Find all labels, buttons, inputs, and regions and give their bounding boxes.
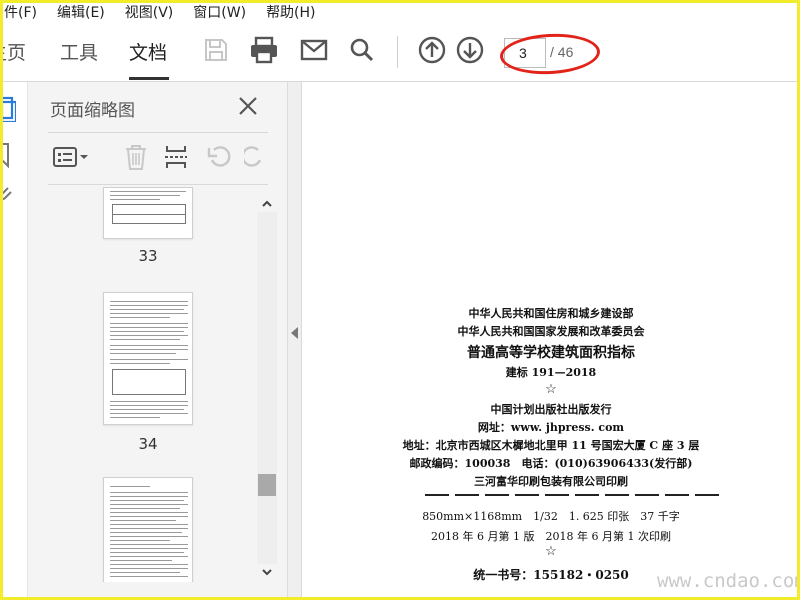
bookmark-icon[interactable] [0, 142, 12, 172]
doc-printer: 三河富华印刷包装有限公司印刷 [474, 475, 628, 488]
doc-issuer-2: 中华人民共和国国家发展和改革委员会 [457, 325, 645, 338]
doc-format: 850mm×1168mm 1/32 1. 625 印张 37 千字 [422, 510, 680, 523]
panel-title: 页面缩略图 [50, 101, 135, 121]
chevron-down-icon[interactable] [260, 564, 274, 578]
save-icon[interactable] [200, 34, 232, 66]
thumbnail-page-number: 33 [138, 247, 158, 265]
star-icon: ☆ [545, 382, 557, 397]
doc-postal-phone: 邮政编码：100038 电话：(010)63906433(发行部) [409, 457, 693, 470]
thumbnail-page[interactable] [103, 292, 193, 425]
menu-bar: 件(F) 编辑(E) 视图(V) 窗口(W) 帮助(H) [0, 0, 800, 24]
thumbnail-page[interactable] [103, 477, 193, 582]
toolbar-separator [397, 36, 398, 68]
menu-edit[interactable]: 编辑(E) [47, 2, 115, 22]
email-icon[interactable] [298, 34, 330, 66]
watermark: www.cndao.com [657, 570, 800, 592]
page-thumbnails-icon[interactable] [0, 96, 18, 126]
collapse-arrow-icon[interactable] [291, 327, 298, 339]
thumbnail-page[interactable] [103, 187, 193, 239]
doc-code: 建标 191—2018 [505, 366, 597, 379]
insert-page-icon[interactable] [160, 142, 192, 172]
tab-home[interactable]: 主页 [0, 38, 26, 65]
doc-address: 地址：北京市西城区木樨地北里甲 11 号国宏大厦 C 座 3 层 [402, 439, 700, 452]
menu-view[interactable]: 视图(V) [115, 2, 184, 22]
print-icon[interactable] [248, 34, 280, 66]
thumbnail-page-number: 34 [138, 435, 158, 453]
panel-collapse-handle[interactable] [288, 82, 302, 600]
doc-title: 普通高等学校建筑面积指标 [467, 345, 635, 361]
menu-window[interactable]: 窗口(W) [183, 2, 256, 22]
tab-tools[interactable]: 工具 [60, 38, 98, 65]
options-icon[interactable] [50, 142, 92, 172]
page-down-icon[interactable] [454, 34, 486, 66]
active-tab-indicator [129, 77, 169, 80]
page-up-icon[interactable] [416, 34, 448, 66]
doc-publisher: 中国计划出版社出版发行 [490, 403, 612, 416]
doc-edition: 2018 年 6 月第 1 版 2018 年 6 月第 1 次印刷 [431, 530, 671, 543]
attachment-icon[interactable] [0, 182, 12, 208]
doc-issuer-1: 中华人民共和国住房和城乡建设部 [468, 307, 634, 320]
toolbar: 主页 工具 文档 3 / 46 [0, 24, 800, 82]
delete-icon[interactable] [120, 142, 152, 172]
panel-divider [48, 184, 268, 185]
menu-help[interactable]: 帮助(H) [256, 2, 325, 22]
tab-document[interactable]: 文档 [129, 38, 167, 65]
document-page: 中华人民共和国住房和城乡建设部 中华人民共和国国家发展和改革委员会 普通高等学校… [302, 82, 800, 600]
thumbnail-table [112, 369, 186, 395]
doc-website: 网址：www. jhpress. com [477, 421, 625, 434]
scrollbar-track[interactable] [257, 212, 277, 564]
close-icon[interactable] [234, 92, 262, 120]
doc-divider [425, 494, 723, 496]
navigation-strip [0, 82, 28, 600]
chevron-up-icon[interactable] [260, 196, 274, 210]
redo-icon[interactable] [244, 142, 264, 172]
menu-file[interactable]: 件(F) [0, 2, 47, 22]
thumbnail-panel: 页面缩略图 33 34 [28, 82, 288, 600]
panel-divider [48, 132, 268, 133]
undo-icon[interactable] [204, 142, 236, 172]
star-icon: ☆ [545, 544, 557, 559]
search-icon[interactable] [346, 34, 378, 66]
thumbnail-scrollbar[interactable] [257, 194, 277, 578]
scrollbar-thumb[interactable] [258, 474, 276, 496]
thumbnail-list: 33 34 [48, 187, 260, 582]
